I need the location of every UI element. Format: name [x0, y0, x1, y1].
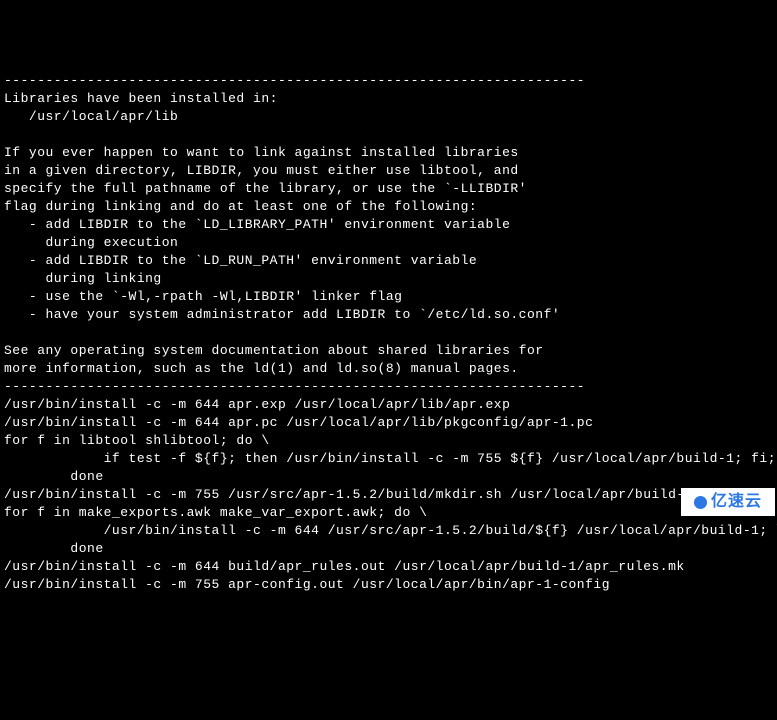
- watermark-text: 亿速云: [711, 493, 762, 511]
- logo-dot-icon: [694, 496, 707, 509]
- watermark-logo: 亿速云: [681, 488, 775, 516]
- terminal-output: ----------------------------------------…: [4, 72, 773, 594]
